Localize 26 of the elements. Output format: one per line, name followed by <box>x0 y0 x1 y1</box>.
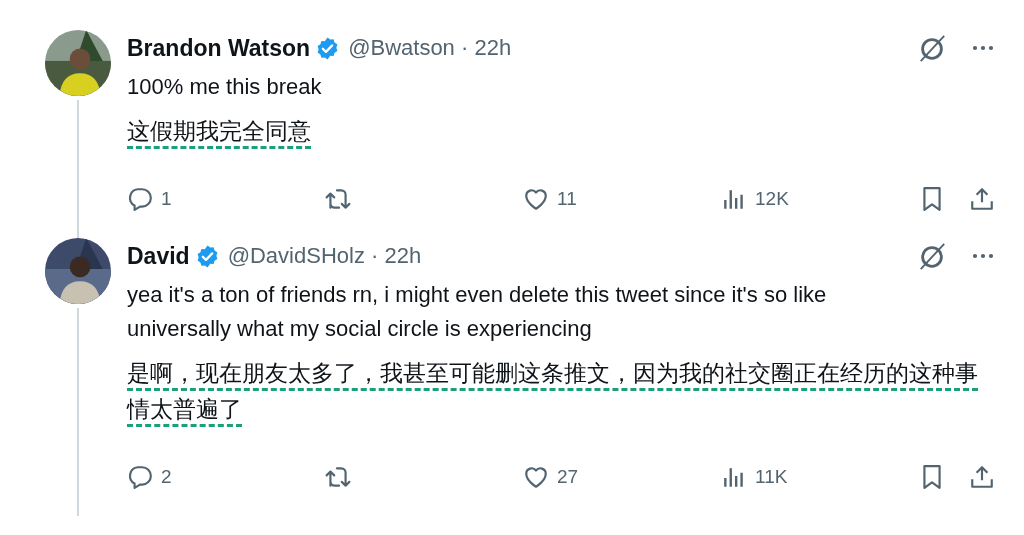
handle-and-time: @DavidSHolz · 22h <box>227 243 422 269</box>
more-icon[interactable] <box>971 44 995 52</box>
reply-icon[interactable] <box>127 186 153 212</box>
view-count: 12K <box>755 188 789 210</box>
reply-count: 2 <box>161 466 172 488</box>
slashed-circle-icon[interactable] <box>917 241 947 271</box>
reply-icon[interactable] <box>127 464 153 490</box>
tweet-text: 100% me this break <box>127 73 323 101</box>
heart-icon[interactable] <box>523 464 549 490</box>
heart-icon[interactable] <box>523 186 549 212</box>
slashed-circle-icon[interactable] <box>917 33 947 63</box>
reply-count: 1 <box>161 188 172 210</box>
translation-text: 这假期我完全同意 <box>127 118 311 146</box>
like-count: 11 <box>557 188 577 210</box>
repost-icon[interactable] <box>325 464 351 490</box>
share-icon[interactable] <box>969 186 995 212</box>
share-icon[interactable] <box>969 464 995 490</box>
handle-and-time: @Bwatson · 22h <box>348 35 512 61</box>
more-icon[interactable] <box>971 252 995 260</box>
user-name[interactable]: David <box>127 242 190 270</box>
user-name[interactable]: Brandon Watson <box>127 34 311 62</box>
repost-icon[interactable] <box>325 186 351 212</box>
tweet-text: yea it's a ton of friends rn, i might even delete this tweet since it's so like universally what my social circle is experiencing <box>127 281 828 343</box>
translation-text: 是啊，现在朋友太多了，我甚至可能删这条推文，因为我的社交圈正在经历的这种事情太普遍了 <box>127 360 979 424</box>
like-count: 27 <box>557 466 579 488</box>
view-count: 11K <box>755 466 788 488</box>
